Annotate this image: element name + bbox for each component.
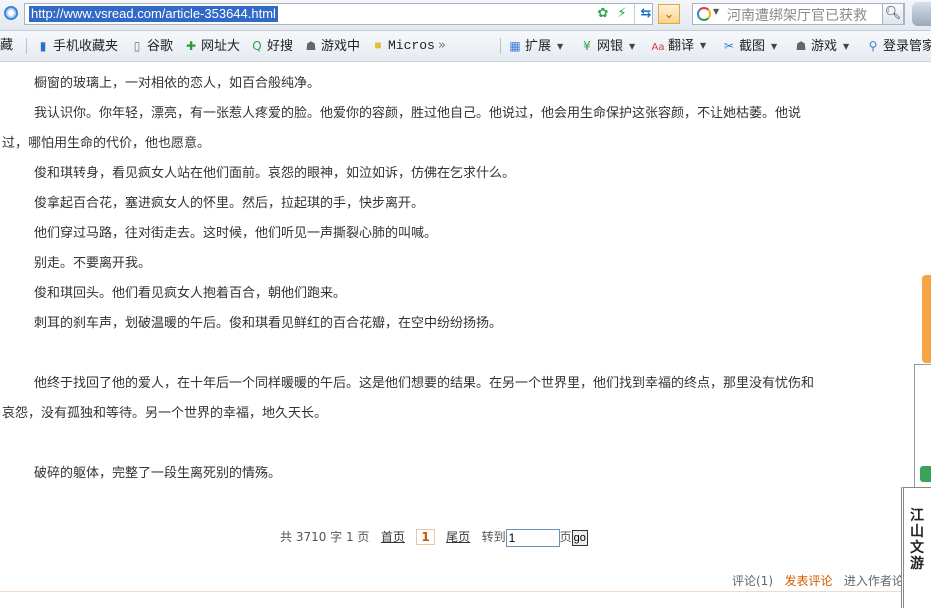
games-icon: ☗ (795, 39, 807, 53)
user-avatar[interactable] (912, 2, 931, 26)
post-comment-link[interactable]: 发表评论 (784, 574, 832, 588)
fav-item-label: 游戏 (811, 39, 838, 54)
bank-icon: ¥ (583, 39, 591, 53)
fav-item-url-directory[interactable]: ✚ 网址大 (184, 37, 240, 55)
login-icon: ⚲ (868, 39, 878, 53)
fav-item-label: 谷歌 (147, 39, 174, 54)
gamepad-icon: ☗ (305, 39, 317, 53)
chat-icon[interactable] (920, 466, 931, 482)
refresh-icon[interactable]: ✿ (593, 4, 613, 24)
fav-item-label: 扩展 (525, 39, 552, 54)
pager-summary: 共 3710 字 1 页 (280, 530, 370, 544)
fav-item-google[interactable]: ▯ 谷歌 (130, 37, 173, 55)
first-page-link[interactable]: 首页 (381, 530, 405, 544)
site-favicon-icon (4, 6, 18, 20)
translate-icon: Aa (651, 41, 665, 53)
globe-icon: ✚ (185, 39, 197, 53)
fav-item-login-manager[interactable]: ⚲ 登录管家 (866, 37, 931, 55)
fav-item-label: 手机收藏夹 (53, 39, 119, 54)
fav-item-label: 网银 (597, 39, 624, 54)
fav-item-favorites[interactable]: 藏 (0, 37, 13, 55)
divider (500, 38, 501, 54)
fav-item-microsoft[interactable]: ■ Micros (371, 37, 435, 55)
fav-item-label: 截图 (739, 39, 766, 54)
fav-item-label: 登录管家 (883, 39, 931, 54)
phone-icon: ▮ (39, 39, 47, 53)
article-paragraph: 俊和琪回头。他们看见疯女人抱着百合，朝他们跑来。 (34, 286, 347, 301)
fav-item-label: 网址大 (201, 39, 241, 54)
fav-item-mobile-favorites[interactable]: ▮ 手机收藏夹 (36, 37, 118, 55)
article-paragraph: 过，哪怕用生命的代价，他也愿意。 (2, 136, 211, 151)
chevron-down-icon[interactable]: ▼ (843, 42, 849, 51)
folder-icon: ■ (374, 39, 382, 53)
article-content: 橱窗的玻璃上，一对相依的恋人，如百合般纯净。 我认识你。你年轻，漂亮，有一张惹人… (0, 62, 915, 607)
fav-item-extensions[interactable]: ▦ 扩展 ▼ (508, 37, 563, 55)
article-paragraph: 我认识你。你年轻，漂亮，有一张惹人疼爱的脸。他爱你的容颜，胜过他自己。他说过，他… (34, 106, 802, 121)
more-favorites-chevron-icon[interactable]: » (438, 37, 446, 55)
current-page: 1 (416, 529, 435, 545)
chevron-down-icon[interactable]: ▼ (557, 42, 563, 51)
fav-item-game-center[interactable]: ☗ 游戏中 (304, 37, 360, 55)
fav-item-label: Micros (388, 38, 435, 53)
comments-bar: 评论(1) 发表评论 进入作者论 (732, 572, 904, 589)
side-widget-label: 江山文游 (910, 508, 924, 572)
chevron-down-icon[interactable]: ▼ (771, 42, 777, 51)
fav-item-label: 好搜 (267, 39, 294, 54)
side-widget[interactable]: 江山文游 (901, 487, 931, 608)
article-paragraph: 刺耳的刹车声，划破温暖的午后。俊和琪看见鲜红的百合花瓣，在空中纷纷扬扬。 (34, 316, 503, 331)
fav-item-translate[interactable]: Aa 翻译 ▼ (651, 37, 707, 55)
back-forward-icon[interactable]: ⇆ (634, 4, 657, 24)
fav-item-label: 翻译 (668, 38, 695, 54)
chevron-down-icon[interactable]: ▼ (629, 42, 635, 51)
extensions-icon: ▦ (509, 39, 521, 53)
address-bar: http://www.vsread.com/article-353644.htm… (0, 0, 931, 31)
go-button[interactable]: go (571, 529, 588, 546)
fav-item-games[interactable]: ☗ 游戏 ▼ (794, 37, 850, 55)
search-input[interactable]: ▼ 河南遭绑架厅官已获救 (692, 3, 905, 25)
divider (26, 38, 27, 54)
goto-label: 转到 (481, 530, 506, 544)
article-paragraph: 他终于找回了他的爱人，在十年后一个同样暖暖的午后。这是他们想要的结果。在另一个世… (34, 376, 815, 391)
url-input[interactable]: http://www.vsread.com/article-353644.htm… (24, 3, 653, 25)
chevron-down-icon[interactable]: ▼ (713, 7, 719, 16)
fav-item-label: 藏 (0, 38, 14, 53)
article-paragraph: 哀怨，没有孤独和等待。另一个世界的幸福，地久天长。 (2, 406, 328, 421)
search-text[interactable]: 河南遭绑架厅官已获救 (727, 5, 903, 25)
fav-item-haosou[interactable]: Q 好搜 (250, 37, 293, 55)
goto-page-input[interactable] (505, 528, 560, 547)
divider (0, 591, 915, 592)
page-suffix: 页 (559, 530, 572, 544)
article-paragraph: 别走。不要离开我。 (34, 256, 152, 271)
article-paragraph: 俊和琪转身，看见疯女人站在他们面前。哀怨的眼神，如泣如诉，仿佛在乞求什么。 (34, 166, 516, 181)
author-forum-link[interactable]: 进入作者论 (844, 574, 904, 588)
last-page-link[interactable]: 尾页 (446, 530, 470, 544)
favorites-toolbar: 藏 ▮ 手机收藏夹 ▯ 谷歌 ✚ 网址大 Q 好搜 ☗ 游戏中 ■ Micros » ▦ 扩展… (0, 31, 931, 62)
fav-item-screenshot[interactable]: ✂ 截图 ▼ (722, 37, 777, 55)
scissors-icon: ✂ (723, 39, 735, 53)
comment-count-link[interactable]: 评论(1) (732, 574, 773, 588)
page-icon: ▯ (133, 39, 141, 53)
pagination: 共 3710 字 1 页 首页 1 尾页 转到 页go (280, 528, 588, 547)
search-button[interactable]: 🔍︎ (882, 3, 904, 25)
article-paragraph: 破碎的躯体，完整了一段生离死别的情殇。 (34, 466, 282, 481)
speed-mode-icon[interactable]: ⚡ (612, 4, 632, 24)
fav-item-online-banking[interactable]: ¥ 网银 ▼ (580, 37, 635, 55)
fav-item-label: 游戏中 (321, 39, 361, 54)
side-float-tab[interactable] (922, 275, 931, 363)
history-dropdown-button[interactable]: ⌄ (658, 4, 680, 24)
article-paragraph: 他们穿过马路，往对街走去。这时候，他们听见一声撕裂心肺的叫喊。 (34, 226, 438, 241)
search-engine-icon[interactable] (697, 7, 711, 21)
article-paragraph: 俊拿起百合花，塞进疯女人的怀里。然后，拉起琪的手，快步离开。 (34, 196, 425, 211)
search-icon: Q (252, 39, 262, 53)
chevron-down-icon[interactable]: ▼ (700, 41, 706, 50)
article-paragraph: 橱窗的玻璃上，一对相依的恋人，如百合般纯净。 (34, 76, 321, 91)
url-text[interactable]: http://www.vsread.com/article-353644.htm… (29, 6, 278, 22)
